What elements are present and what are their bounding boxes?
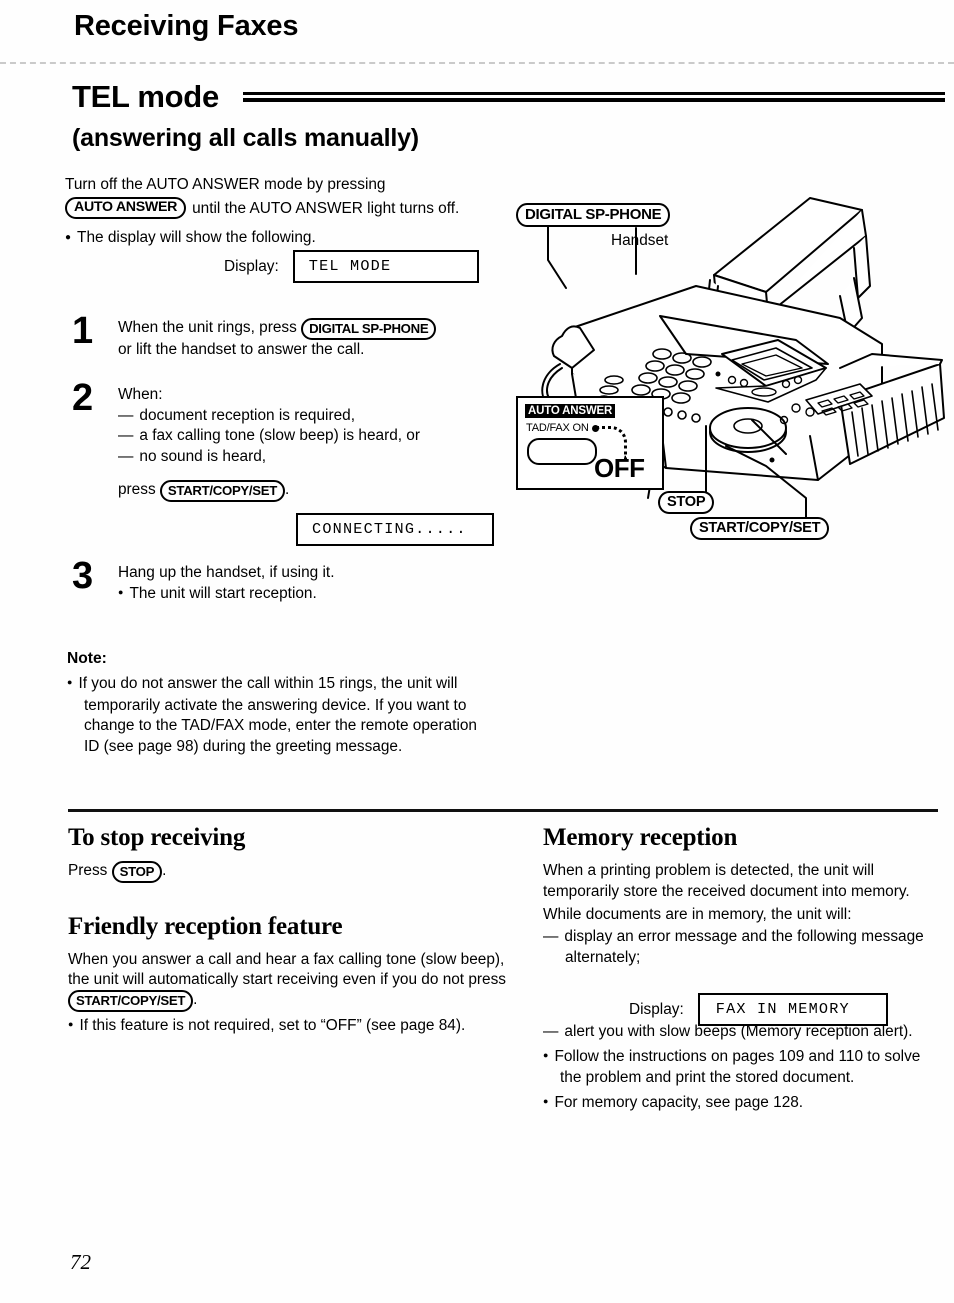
callout-handset: Handset [611, 232, 669, 249]
step-2-press-line: press START/COPY/SET. [118, 480, 522, 502]
section-subtitle: (answering all calls manually) [72, 124, 419, 152]
display-label: Display: [629, 1000, 684, 1018]
step-2-item-1: document reception is required, [118, 406, 522, 427]
step-3: 3 Hang up the handset, if using it. The … [72, 557, 522, 605]
memory-reception-bullet-2: For memory capacity, see page 128. [543, 1093, 938, 1115]
stop-receiving-instruction: Press STOP. [68, 861, 508, 883]
intro-paragraph: Turn off the AUTO ANSWER mode by pressin… [65, 174, 520, 219]
display-screen-text: TEL MODE [292, 250, 479, 283]
display-tel-mode: Display: TEL MODE [224, 250, 479, 283]
press-period: . [162, 862, 167, 879]
section-title: TEL mode [72, 79, 219, 114]
display-screen-text: FAX IN MEMORY [697, 993, 888, 1026]
friendly-reception-bullet: If this feature is not required, set to … [68, 1016, 508, 1038]
step-2-item-2: a fax calling tone (slow beep) is heard,… [118, 426, 522, 447]
tad-fax-on-text: TAD/FAX ON [526, 422, 589, 434]
step-2: 2 When: document reception is required, … [72, 379, 522, 502]
display-label: Display: [224, 257, 279, 275]
step-3-body: Hang up the handset, if using it. The un… [118, 563, 522, 605]
key-stop[interactable]: STOP [111, 861, 163, 883]
note-text: If you do not answer the call within 15 … [67, 674, 492, 757]
bottom-left-column: To stop receiving Press STOP. Friendly r… [68, 824, 508, 1038]
auto-answer-button[interactable] [527, 438, 597, 465]
step-1: 1 When the unit rings, press DIGITAL SP-… [72, 312, 522, 361]
scan-artifact-line [0, 62, 954, 66]
friendly-reception-paragraph: When you answer a call and hear a fax ca… [68, 950, 508, 1013]
manual-page: Receiving Faxes TEL mode (answering all … [0, 0, 954, 1303]
callout-digital-sp-phone: DIGITAL SP-PHONE [516, 203, 671, 227]
step-1-text-pre: When the unit rings, press [118, 319, 297, 336]
step-2-item-3: no sound is heard, [118, 447, 522, 468]
step-3-text: Hang up the handset, if using it. [118, 564, 335, 581]
intro-line-2-text: until the AUTO ANSWER light turns off. [192, 199, 460, 217]
callout-stop: STOP [658, 491, 715, 514]
step-2-press-post: . [285, 481, 290, 498]
display-screen-text: CONNECTING..... [296, 513, 494, 546]
heading-to-stop-receiving: To stop receiving [68, 824, 246, 851]
key-auto-answer[interactable]: AUTO ANSWER [65, 197, 187, 219]
page-number: 72 [70, 1250, 91, 1274]
callout-start-copy-set: START/COPY/SET [690, 517, 830, 540]
friendly-reception-text: When you answer a call and hear a fax ca… [68, 951, 506, 989]
chapter-title: Receiving Faxes [74, 10, 299, 42]
intro-bullet-text: The display will show the following. [65, 229, 316, 246]
note-heading: Note: [67, 650, 107, 667]
key-start-copy-set[interactable]: START/COPY/SET [68, 990, 194, 1013]
heading-friendly-reception: Friendly reception feature [68, 913, 343, 940]
intro-bullet: The display will show the following. [65, 228, 515, 250]
section-divider [68, 809, 938, 812]
step-1-text-2: or lift the handset to answer the call. [118, 341, 365, 358]
key-start-copy-set[interactable]: START/COPY/SET [159, 480, 286, 502]
key-digital-sp-phone[interactable]: DIGITAL SP-PHONE [301, 318, 437, 340]
tad-fax-on-label: TAD/FAX ON [526, 422, 599, 434]
memory-reception-dash-1: display an error message and the followi… [543, 927, 938, 968]
step-2-body: When: document reception is required, a … [118, 385, 522, 502]
step-3-bullet: The unit will start reception. [118, 584, 522, 606]
auto-answer-label: AUTO ANSWER [525, 404, 616, 418]
note-body: If you do not answer the call within 15 … [67, 674, 492, 757]
friendly-reception-period: . [193, 991, 198, 1009]
display-connecting: CONNECTING..... [296, 513, 494, 546]
step-2-press-pre: press [118, 481, 156, 498]
press-label: Press [68, 862, 108, 879]
heading-memory-reception: Memory reception [543, 824, 738, 851]
step-2-lead: When: [118, 386, 163, 403]
off-state-label: OFF [594, 453, 645, 483]
step-3-number: 3 [72, 555, 94, 597]
intro-line-1: Turn off the AUTO ANSWER mode by pressin… [65, 176, 386, 193]
intro-line-2: AUTO ANSWER until the AUTO ANSWER light … [65, 197, 520, 219]
step-1-body: When the unit rings, press DIGITAL SP-PH… [118, 318, 522, 361]
bottom-right-column: Memory reception When a printing problem… [543, 824, 938, 1114]
memory-reception-paragraph-1: When a printing problem is detected, the… [543, 862, 910, 900]
memory-reception-paragraph-2: While documents are in memory, the unit … [543, 905, 852, 923]
display-fax-in-memory: Display: FAX IN MEMORY [629, 993, 888, 1026]
section-title-rule [243, 92, 945, 102]
step-2-number: 2 [72, 377, 94, 419]
memory-reception-bullet-1: Follow the instructions on pages 109 and… [543, 1047, 938, 1089]
auto-answer-detail-inset: AUTO ANSWER TAD/FAX ON OFF [516, 396, 664, 490]
step-1-number: 1 [72, 310, 94, 352]
